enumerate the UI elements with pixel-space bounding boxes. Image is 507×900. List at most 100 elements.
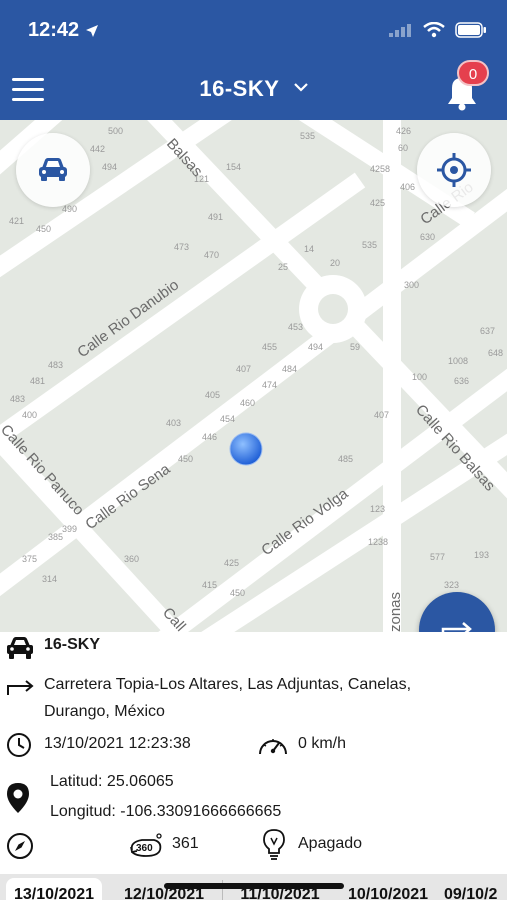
map-number: 474 bbox=[262, 380, 277, 390]
car-icon bbox=[39, 158, 67, 181]
map-number: 494 bbox=[308, 342, 323, 352]
address-line-1: Carretera Topia-Los Altares, Las Adjunta… bbox=[44, 676, 412, 693]
street-label-zonas: zonas bbox=[387, 592, 404, 632]
map-number: 425 bbox=[224, 558, 239, 568]
tab-date[interactable]: 12/10/2021 bbox=[112, 878, 216, 900]
tab-date[interactable]: 10/10/2021 bbox=[336, 878, 440, 900]
map-number: 400 bbox=[22, 410, 37, 420]
map-number: 14 bbox=[304, 244, 314, 254]
compass-icon bbox=[7, 833, 33, 859]
clock-icon bbox=[7, 733, 31, 757]
map-number: 636 bbox=[454, 376, 469, 386]
map-number: 406 bbox=[400, 182, 415, 192]
tab-date[interactable]: 13/10/2021 bbox=[6, 878, 102, 900]
svg-text:360: 360 bbox=[136, 843, 153, 854]
vehicle-info-panel: 16-SKY Carretera Topia-Los Altares, Las … bbox=[0, 632, 507, 876]
map-number: 637 bbox=[480, 326, 495, 336]
battery-icon bbox=[455, 22, 486, 38]
map-number: 123 bbox=[370, 504, 385, 514]
status-time: 12:42 bbox=[28, 19, 99, 42]
map-number: 60 bbox=[398, 143, 408, 153]
chevron-down-icon bbox=[293, 83, 308, 92]
vehicle-selector[interactable]: 16-SKY bbox=[0, 76, 507, 102]
wifi-icon bbox=[423, 22, 445, 38]
my-location-button[interactable] bbox=[417, 133, 491, 207]
map-number: 630 bbox=[420, 232, 435, 242]
center-vehicle-button[interactable] bbox=[16, 133, 90, 207]
map-number: 300 bbox=[404, 280, 419, 290]
map-number: 421 bbox=[9, 216, 24, 226]
map-number: 407 bbox=[236, 364, 251, 374]
map-number: 121 bbox=[194, 174, 209, 184]
map-number: 415 bbox=[202, 580, 217, 590]
map-number: 100 bbox=[412, 372, 427, 382]
map-number: 450 bbox=[178, 454, 193, 464]
map-number: 455 bbox=[262, 342, 277, 352]
map-number: 446 bbox=[202, 432, 217, 442]
map-number: 375 bbox=[22, 554, 37, 564]
ignition-status: Apagado bbox=[298, 835, 363, 852]
map-number: 648 bbox=[488, 348, 503, 358]
map-number: 483 bbox=[10, 394, 25, 404]
speed-value: 0 km/h bbox=[298, 735, 347, 752]
app-bar: 16-SKY bbox=[0, 62, 507, 120]
map-number: 425 bbox=[370, 198, 385, 208]
notification-badge[interactable]: 0 bbox=[457, 60, 489, 86]
map-number: 453 bbox=[288, 322, 303, 332]
map-number: 59 bbox=[350, 342, 360, 352]
map-number: 4258 bbox=[370, 164, 390, 174]
signal-icon bbox=[389, 24, 411, 37]
map-number: 385 bbox=[48, 532, 63, 542]
location-pin-icon bbox=[7, 783, 29, 813]
map-number: 1008 bbox=[448, 356, 468, 366]
car-icon bbox=[7, 637, 33, 659]
map-number: 473 bbox=[174, 242, 189, 252]
street-label-sena: Calle Rio Sena bbox=[82, 460, 173, 533]
tab-date[interactable]: 09/10/2 bbox=[444, 878, 507, 900]
speedometer-icon bbox=[259, 739, 287, 755]
map-number: 450 bbox=[230, 588, 245, 598]
map-number: 494 bbox=[102, 162, 117, 172]
map-number: 442 bbox=[90, 144, 105, 154]
map-number: 20 bbox=[330, 258, 340, 268]
map-number: 405 bbox=[205, 390, 220, 400]
map-number: 491 bbox=[208, 212, 223, 222]
vehicle-location-marker[interactable] bbox=[229, 432, 263, 466]
address-line-2: Durango, México bbox=[44, 703, 165, 720]
map-number: 407 bbox=[374, 410, 389, 420]
map-number: 470 bbox=[204, 250, 219, 260]
map-number: 450 bbox=[36, 224, 51, 234]
map-number: 323 bbox=[444, 580, 459, 590]
map-number: 481 bbox=[30, 376, 45, 386]
map-number: 490 bbox=[62, 204, 77, 214]
map-number: 426 bbox=[396, 126, 411, 136]
map-number: 314 bbox=[42, 574, 57, 584]
status-icons bbox=[389, 22, 487, 38]
map-number: 360 bbox=[124, 554, 139, 564]
vehicle-selector-title: 16-SKY bbox=[199, 76, 279, 101]
map-number: 399 bbox=[62, 524, 77, 534]
map-number: 535 bbox=[362, 240, 377, 250]
heading-value: 361 bbox=[172, 835, 199, 852]
map-number: 454 bbox=[220, 414, 235, 424]
rotate-360-icon: 360 bbox=[130, 833, 162, 857]
crosshair-icon bbox=[437, 153, 471, 187]
map-number: 1238 bbox=[368, 537, 388, 547]
light-bulb-icon bbox=[263, 829, 285, 860]
home-indicator bbox=[164, 883, 344, 889]
map-number: 483 bbox=[48, 360, 63, 370]
street-label-panuco: Calle Rio Panuco bbox=[0, 421, 87, 519]
location-arrow-icon bbox=[86, 24, 99, 37]
map-number: 25 bbox=[278, 262, 288, 272]
map-number: 154 bbox=[226, 162, 241, 172]
map-number: 193 bbox=[474, 550, 489, 560]
tab-date[interactable]: 11/10/2021 bbox=[228, 878, 332, 900]
map-number: 484 bbox=[282, 364, 297, 374]
map-number: 485 bbox=[338, 454, 353, 464]
map-number: 403 bbox=[166, 418, 181, 428]
vehicle-name: 16-SKY bbox=[44, 636, 101, 653]
map-number: 535 bbox=[300, 131, 315, 141]
map-number: 500 bbox=[108, 126, 123, 136]
clock-text: 12:42 bbox=[28, 19, 80, 41]
longitude-value: Longitud: -106.33091666666665 bbox=[50, 803, 282, 820]
